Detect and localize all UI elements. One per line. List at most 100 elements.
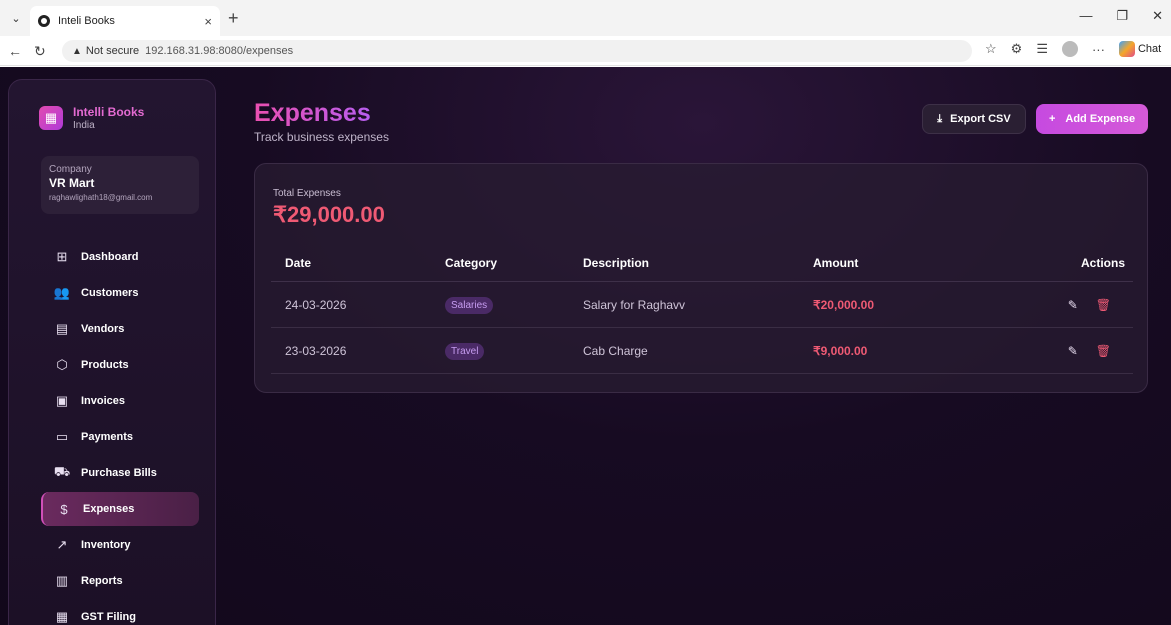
sidebar-item-reports[interactable]: ▥ Reports xyxy=(41,564,199,598)
dollar-icon: $ xyxy=(60,501,68,517)
star-icon[interactable]: ☆ xyxy=(985,41,997,57)
products-icon: ⬡ xyxy=(56,357,68,372)
total-expenses-value: ₹29,000.00 xyxy=(273,202,385,227)
copilot-label: Chat xyxy=(1137,43,1162,55)
column-header-category[interactable]: Category xyxy=(445,256,583,270)
window-controls: — ❐ ✕ xyxy=(1079,8,1163,24)
expenses-table: Date Category Description Amount Actions… xyxy=(271,244,1133,374)
sidebar-item-label: Products xyxy=(81,359,129,371)
sidebar-item-purchase-bills[interactable]: ⛟ Purchase Bills xyxy=(41,456,199,490)
table-header: Date Category Description Amount Actions xyxy=(271,244,1133,282)
tab-menu-icon[interactable]: ⌄ xyxy=(6,8,26,28)
sidebar-item-label: GST Filing xyxy=(81,611,136,623)
not-secure-label: Not secure xyxy=(85,45,140,57)
sidebar-item-label: Customers xyxy=(81,287,139,299)
bar-chart-icon: ▥ xyxy=(55,573,69,588)
payments-icon: ▭ xyxy=(55,429,69,444)
trend-icon: ↗ xyxy=(56,537,68,552)
column-header-date[interactable]: Date xyxy=(271,256,445,270)
sidebar-item-dashboard[interactable]: ⊞ Dashboard xyxy=(41,240,199,274)
sidebar-nav: ⊞ Dashboard 👥 Customers ▤ Vendors ⬡ Products… xyxy=(41,240,199,625)
building-icon: ▦ xyxy=(39,106,63,130)
invoices-icon: ▣ xyxy=(55,393,69,408)
cell-description: Cab Charge xyxy=(583,343,648,358)
brand-country: India xyxy=(73,120,95,131)
sidebar-item-label: Dashboard xyxy=(81,251,139,263)
favicon-icon xyxy=(38,15,50,27)
sidebar-item-label: Vendors xyxy=(81,323,125,335)
sidebar-item-inventory[interactable]: ↗ Inventory xyxy=(41,528,199,562)
plus-icon: + xyxy=(1048,113,1056,125)
copilot-icon xyxy=(1118,41,1135,57)
sidebar-item-label: Payments xyxy=(81,431,133,443)
browser-tab[interactable]: Inteli Books × xyxy=(30,6,220,36)
browser-tab-bar: ⌄ Inteli Books × + — ❐ ✕ xyxy=(0,0,1171,36)
minimize-icon[interactable]: — xyxy=(1079,8,1092,24)
company-card[interactable]: Company VR Mart raghawlighath18@gmail.co… xyxy=(41,156,199,214)
edit-icon[interactable]: ✎ xyxy=(1068,298,1078,312)
sidebar: ▦ Intelli Books India Company VR Mart ra… xyxy=(8,79,216,625)
url-text: 192.168.31.98:8080/expenses xyxy=(145,45,294,57)
vendors-icon: ▤ xyxy=(55,321,69,336)
total-expenses-label: Total Expenses xyxy=(273,188,341,199)
sidebar-item-payments[interactable]: ▭ Payments xyxy=(41,420,199,454)
company-label: Company xyxy=(49,164,92,175)
browser-toolbar: ☆ ⚙ ☰ ··· Chat xyxy=(985,41,1161,57)
new-tab-button[interactable]: + xyxy=(228,8,239,28)
customers-icon: 👥 xyxy=(53,285,71,300)
cell-amount: ₹20,000.00 xyxy=(813,297,875,312)
url-field[interactable]: ▲ Not secure 192.168.31.98:8080/expenses xyxy=(62,40,972,62)
category-badge: Travel xyxy=(445,343,485,360)
close-window-icon[interactable]: ✕ xyxy=(1152,8,1163,24)
cell-date: 24-03-2026 xyxy=(285,297,347,312)
profile-icon[interactable] xyxy=(1061,41,1078,57)
back-icon[interactable]: ← xyxy=(8,43,22,59)
sidebar-item-vendors[interactable]: ▤ Vendors xyxy=(41,312,199,346)
dashboard-icon: ⊞ xyxy=(56,249,68,264)
export-csv-button[interactable]: ⤓ Export CSV xyxy=(922,104,1026,134)
sidebar-item-invoices[interactable]: ▣ Invoices xyxy=(41,384,199,418)
sidebar-item-label: Reports xyxy=(81,575,123,587)
export-label: Export CSV xyxy=(950,113,1011,125)
sidebar-item-label: Invoices xyxy=(81,395,126,407)
tab-title: Inteli Books xyxy=(58,15,115,27)
copilot-button[interactable]: Chat xyxy=(1118,41,1162,57)
sidebar-item-label: Expenses xyxy=(83,503,135,515)
company-name: VR Mart xyxy=(49,176,95,190)
cell-date: 23-03-2026 xyxy=(285,343,347,358)
cart-icon: ⛟ xyxy=(53,464,71,479)
expenses-card: Total Expenses ₹29,000.00 Date Category … xyxy=(254,163,1148,393)
cell-amount: ₹9,000.00 xyxy=(813,343,868,358)
add-expense-button[interactable]: + Add Expense xyxy=(1036,104,1148,134)
company-email: raghawlighath18@gmail.com xyxy=(49,193,153,202)
delete-icon[interactable]: 🗑 xyxy=(1096,298,1111,312)
column-header-amount[interactable]: Amount xyxy=(813,256,1043,270)
sidebar-item-gst-filing[interactable]: ▦ GST Filing xyxy=(41,600,199,625)
reload-icon[interactable]: ↻ xyxy=(34,43,46,60)
sidebar-item-customers[interactable]: 👥 Customers xyxy=(41,276,199,310)
page-title: Expenses xyxy=(254,99,371,127)
favorites-icon[interactable]: ☰ xyxy=(1036,41,1048,57)
column-header-description[interactable]: Description xyxy=(583,256,813,270)
sidebar-item-label: Inventory xyxy=(81,539,131,551)
tab-close-icon[interactable]: × xyxy=(204,14,212,29)
more-icon[interactable]: ··· xyxy=(1092,42,1105,57)
brand: ▦ Intelli Books India xyxy=(39,105,144,131)
delete-icon[interactable]: 🗑 xyxy=(1096,344,1111,358)
edit-icon[interactable]: ✎ xyxy=(1068,344,1078,358)
sidebar-item-products[interactable]: ⬡ Products xyxy=(41,348,199,382)
table-row: 24-03-2026 Salaries Salary for Raghavv ₹… xyxy=(271,282,1133,328)
app-root: ▦ Intelli Books India Company VR Mart ra… xyxy=(0,67,1171,625)
sidebar-item-expenses[interactable]: $ Expenses xyxy=(41,492,199,526)
address-bar: ← ↻ ▲ Not secure 192.168.31.98:8080/expe… xyxy=(0,36,1171,66)
page-subtitle: Track business expenses xyxy=(254,130,389,144)
category-badge: Salaries xyxy=(445,297,494,314)
brand-name: Intelli Books xyxy=(73,105,145,119)
extensions-icon[interactable]: ⚙ xyxy=(1011,41,1023,57)
download-icon: ⤓ xyxy=(937,112,943,125)
restore-icon[interactable]: ❐ xyxy=(1116,8,1128,24)
warning-icon: ▲ xyxy=(72,45,82,57)
column-header-actions: Actions xyxy=(1080,255,1125,270)
sidebar-item-label: Purchase Bills xyxy=(81,467,157,479)
add-label: Add Expense xyxy=(1065,113,1136,125)
